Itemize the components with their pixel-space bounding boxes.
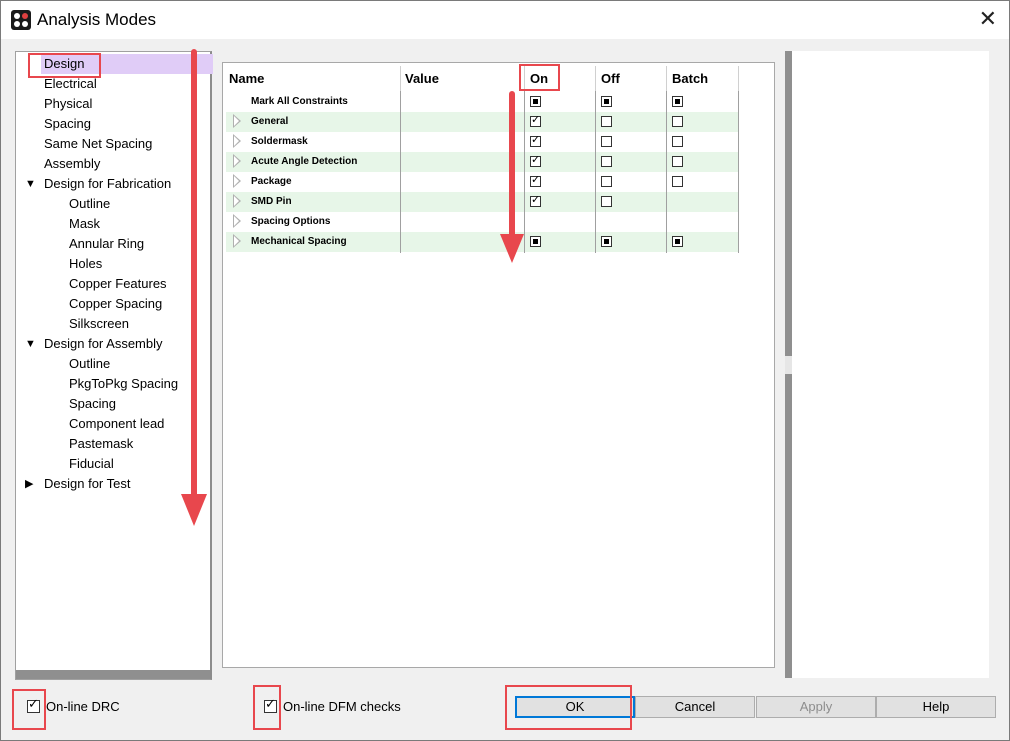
online-drc-label[interactable]: On-line DRC [46, 699, 120, 714]
row-name: Mechanical Spacing [251, 236, 347, 247]
row-name: SMD Pin [251, 196, 292, 207]
apply-button[interactable]: Apply [756, 696, 876, 718]
column-divider [595, 91, 596, 253]
header-batch[interactable]: Batch [672, 69, 708, 89]
highlight-box-design [28, 53, 101, 78]
tree-item[interactable]: Design for Test [44, 474, 130, 494]
down-arrow-annotation [500, 91, 524, 263]
table-row[interactable]: Mechanical Spacing [226, 232, 739, 252]
header-divider [666, 66, 667, 91]
on-checkbox[interactable] [530, 153, 541, 167]
row-name: General [251, 116, 289, 127]
expand-arrow-icon[interactable] [233, 234, 241, 248]
on-checkbox[interactable] [530, 113, 541, 127]
table-row[interactable]: SMD Pin [226, 192, 739, 212]
tree-item[interactable]: Holes [69, 254, 102, 274]
tree-item[interactable]: Physical [44, 94, 92, 114]
on-checkbox[interactable] [530, 133, 541, 147]
tree-scrollbar[interactable] [16, 670, 210, 679]
off-checkbox[interactable] [601, 116, 612, 127]
tree-item[interactable]: Pastemask [69, 434, 133, 454]
column-divider [400, 91, 401, 253]
splitter-handle[interactable] [785, 356, 792, 374]
expand-arrow-icon[interactable] [233, 114, 241, 128]
row-name: Package [251, 176, 292, 187]
header-divider [400, 66, 401, 91]
close-icon[interactable]: ✕ [979, 7, 997, 31]
batch-checkbox[interactable] [672, 156, 683, 167]
tree-item[interactable]: Design for Assembly [44, 334, 163, 354]
off-checkbox[interactable] [601, 156, 612, 167]
collapse-icon[interactable]: ▼ [25, 334, 36, 354]
off-checkbox[interactable] [601, 196, 612, 207]
table-row[interactable]: Acute Angle Detection [226, 152, 739, 172]
batch-checkbox[interactable] [672, 96, 683, 107]
tree-item[interactable]: Spacing [69, 394, 116, 414]
online-dfm-label[interactable]: On-line DFM checks [283, 699, 401, 714]
tree-item[interactable]: Copper Spacing [69, 294, 162, 314]
tree-item[interactable]: Fiducial [69, 454, 114, 474]
tree-item[interactable]: Component lead [69, 414, 164, 434]
tree-item[interactable]: Mask [69, 214, 100, 234]
tree-item[interactable]: Annular Ring [69, 234, 144, 254]
tree-item[interactable]: Spacing [44, 114, 91, 134]
on-checkbox[interactable] [530, 193, 541, 207]
table-row[interactable]: Package [226, 172, 739, 192]
help-button[interactable]: Help [876, 696, 996, 718]
tree-item[interactable]: Outline [69, 354, 110, 374]
header-off[interactable]: Off [601, 69, 620, 89]
off-checkbox[interactable] [601, 136, 612, 147]
header-divider [595, 66, 596, 91]
highlight-box-on-header [519, 64, 560, 91]
header-value[interactable]: Value [405, 69, 439, 89]
tree-item[interactable]: Silkscreen [69, 314, 129, 334]
row-name: Soldermask [251, 136, 308, 147]
header-name[interactable]: Name [229, 69, 264, 89]
app-icon [11, 10, 31, 30]
expand-arrow-icon[interactable] [233, 154, 241, 168]
off-checkbox[interactable] [601, 96, 612, 107]
title-bar: Analysis Modes ✕ [1, 1, 1009, 39]
batch-checkbox[interactable] [672, 236, 683, 247]
highlight-box-ok [505, 685, 632, 730]
highlight-box-online-drc [12, 689, 46, 730]
off-checkbox[interactable] [601, 236, 612, 247]
batch-checkbox[interactable] [672, 136, 683, 147]
batch-checkbox[interactable] [672, 116, 683, 127]
table-row[interactable]: Spacing Options [226, 212, 739, 232]
row-name: Acute Angle Detection [251, 156, 358, 167]
cancel-button[interactable]: Cancel [635, 696, 755, 718]
window-title: Analysis Modes [37, 10, 157, 29]
column-divider [738, 91, 739, 253]
on-checkbox[interactable] [530, 173, 541, 187]
row-name: Mark All Constraints [251, 96, 348, 107]
table-row[interactable]: General [226, 112, 739, 132]
details-pane [792, 51, 989, 678]
table-row[interactable]: Soldermask [226, 132, 739, 152]
tree-item[interactable]: PkgToPkg Spacing [69, 374, 178, 394]
tree-item[interactable]: Copper Features [69, 274, 167, 294]
table-row[interactable]: Mark All Constraints [226, 92, 739, 112]
tree-item[interactable]: Assembly [44, 154, 100, 174]
down-arrow-annotation [181, 49, 207, 526]
off-checkbox[interactable] [601, 176, 612, 187]
on-checkbox[interactable] [530, 236, 541, 247]
tree-item[interactable]: Same Net Spacing [44, 134, 152, 154]
expand-arrow-icon[interactable] [233, 174, 241, 188]
highlight-box-online-dfm [253, 685, 281, 730]
row-name: Spacing Options [251, 216, 331, 227]
expand-arrow-icon[interactable] [233, 134, 241, 148]
batch-checkbox[interactable] [672, 176, 683, 187]
tree-item[interactable]: Outline [69, 194, 110, 214]
on-checkbox[interactable] [530, 96, 541, 107]
tree-item[interactable]: Design for Fabrication [44, 174, 171, 194]
expand-arrow-icon[interactable] [233, 194, 241, 208]
header-divider [738, 66, 739, 91]
collapse-icon[interactable]: ▼ [25, 174, 36, 194]
expand-icon[interactable]: ▶ [25, 474, 33, 494]
expand-arrow-icon[interactable] [233, 214, 241, 228]
column-divider [666, 91, 667, 253]
